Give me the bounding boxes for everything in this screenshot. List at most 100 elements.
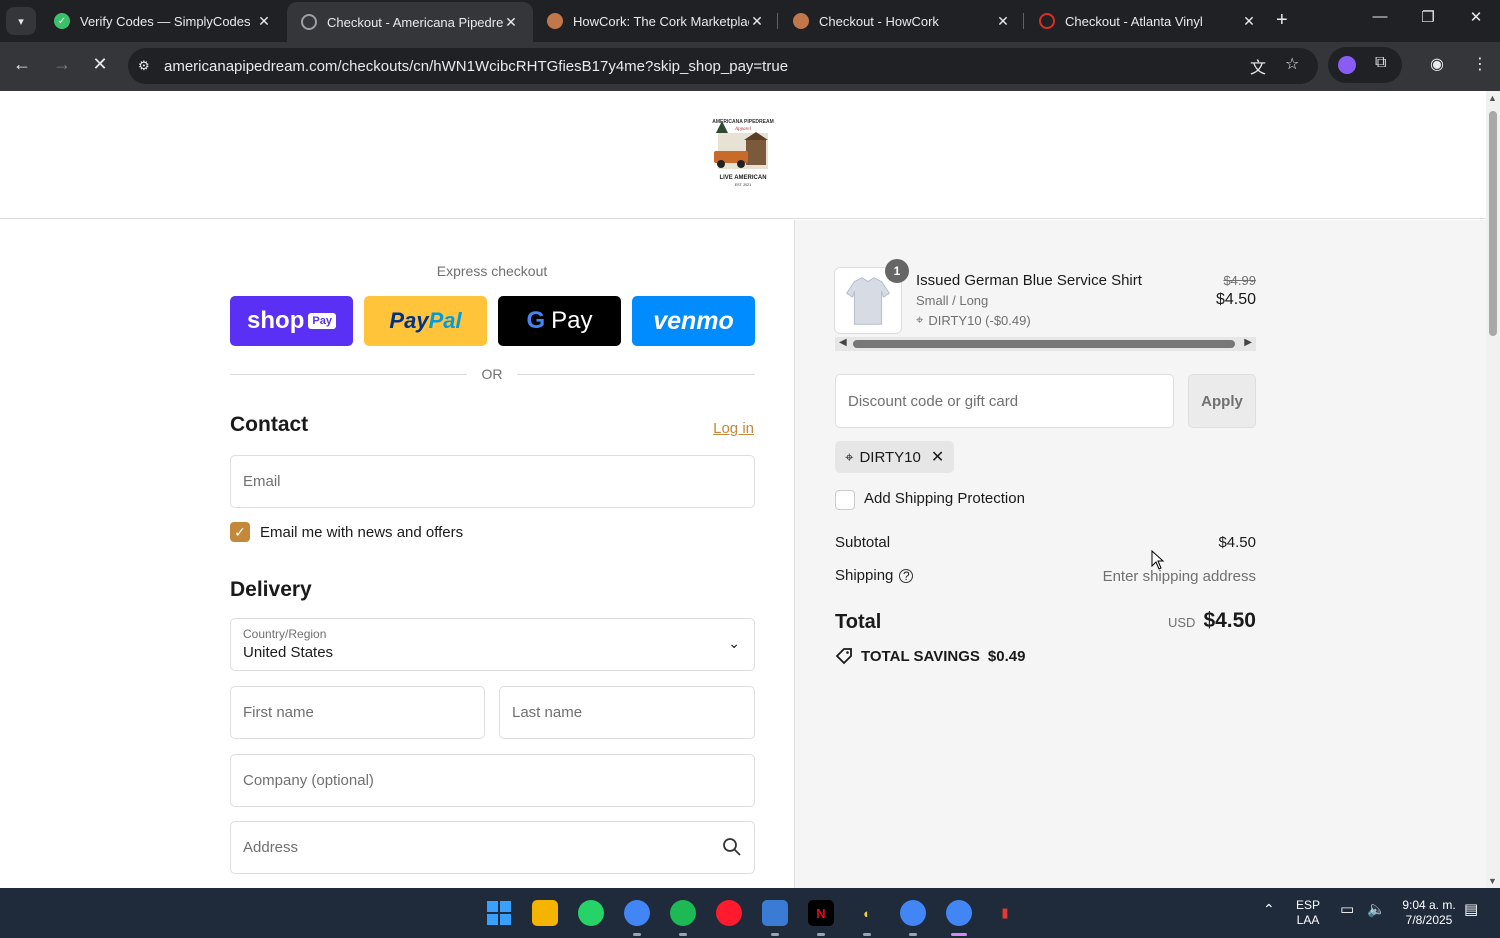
- window-close-icon[interactable]: ✕: [1464, 8, 1488, 26]
- netflix-icon[interactable]: N: [808, 900, 834, 926]
- tag-icon: ⌖: [916, 312, 924, 327]
- shop-pay-button[interactable]: shop Pay: [230, 296, 353, 346]
- app-icon[interactable]: ◐: [854, 900, 880, 926]
- news-offers-label: Email me with news and offers: [260, 524, 464, 541]
- running-indicator: [679, 933, 687, 936]
- tab-americana-checkout[interactable]: Checkout - Americana Pipedrea ✕: [287, 2, 533, 42]
- google-icon: G: [526, 307, 546, 334]
- site-info-icon[interactable]: ⚙: [138, 58, 154, 74]
- tag-icon: ⌖: [845, 448, 854, 466]
- profile-icon[interactable]: ◉: [1430, 54, 1444, 74]
- company-field[interactable]: Company (optional): [230, 754, 755, 807]
- close-tab-icon[interactable]: ✕: [995, 13, 1011, 30]
- discount-code-input[interactable]: Discount code or gift card: [835, 374, 1174, 428]
- clock[interactable]: 9:04 a. m. 7/8/2025: [1398, 898, 1460, 928]
- paypal-button[interactable]: Pay Pal: [364, 296, 487, 346]
- apply-button[interactable]: Apply: [1188, 374, 1256, 428]
- help-icon[interactable]: ?: [899, 568, 914, 583]
- network-icon[interactable]: ▭: [1340, 902, 1354, 917]
- mouse-cursor-icon: [1151, 550, 1165, 570]
- tab-atlanta-vinyl[interactable]: Checkout - Atlanta Vinyl ✕: [1025, 0, 1271, 42]
- app-red-icon[interactable]: ▮: [992, 900, 1018, 926]
- chrome-icon[interactable]: [624, 900, 650, 926]
- opera-icon[interactable]: [716, 900, 742, 926]
- running-indicator: [633, 933, 641, 936]
- whatsapp-icon[interactable]: [578, 900, 604, 926]
- translate-icon[interactable]: 文: [1250, 54, 1266, 78]
- shipping-protection-checkbox[interactable]: [835, 490, 855, 510]
- total-amount: USD $4.50: [1167, 609, 1256, 632]
- chevron-down-icon: ⌄: [728, 635, 740, 651]
- bookmark-star-icon[interactable]: ☆: [1285, 54, 1299, 74]
- applied-discount-chip: ⌖ DIRTY10 ✕: [835, 441, 955, 473]
- store-logo[interactable]: AMERICANA PIPEDREAM Apparel LIVE AMERICA…: [706, 117, 780, 191]
- url-text[interactable]: americanapipedream.com/checkouts/cn/hWN1…: [164, 58, 788, 75]
- subtotal-label: Subtotal: [835, 534, 891, 551]
- first-name-field[interactable]: First name: [230, 686, 485, 739]
- notifications-icon[interactable]: ▤: [1464, 902, 1478, 917]
- stop-loading-icon[interactable]: ✕: [88, 54, 112, 75]
- forward-icon[interactable]: →: [50, 54, 74, 75]
- address-field[interactable]: Address: [230, 821, 755, 874]
- remove-discount-icon[interactable]: ✕: [931, 447, 944, 467]
- login-link[interactable]: Log in: [706, 420, 754, 437]
- running-indicator: [909, 933, 917, 936]
- close-tab-icon[interactable]: ✕: [749, 13, 765, 30]
- howcork-icon: [547, 13, 563, 29]
- tab-search-button[interactable]: ▾: [6, 7, 36, 35]
- running-indicator: [863, 933, 871, 936]
- email-field[interactable]: Email: [230, 455, 755, 508]
- running-indicator: [771, 933, 779, 936]
- product-discount: ⌖ DIRTY10 (-$0.49): [916, 312, 1031, 328]
- close-tab-icon[interactable]: ✕: [1241, 13, 1257, 30]
- tab-howcork-checkout[interactable]: Checkout - HowCork ✕: [779, 0, 1025, 42]
- scroll-left-icon[interactable]: ◀: [839, 337, 847, 348]
- total-savings: TOTAL SAVINGS $0.49: [835, 647, 1025, 665]
- country-select[interactable]: Country/Region United States ⌄: [230, 618, 755, 671]
- horizontal-scrollbar[interactable]: ◀ ▶: [835, 337, 1256, 351]
- extension-icon[interactable]: [1338, 56, 1356, 74]
- shipping-value: Enter shipping address: [1102, 568, 1256, 585]
- show-hidden-icons[interactable]: ⌃: [1263, 902, 1275, 917]
- delivery-heading: Delivery: [230, 578, 312, 601]
- volume-icon[interactable]: 🔈: [1367, 902, 1386, 917]
- back-icon[interactable]: ←: [10, 54, 34, 75]
- venmo-button[interactable]: venmo: [632, 296, 755, 346]
- menu-kebab-icon[interactable]: ⋮: [1472, 54, 1488, 74]
- file-explorer-icon[interactable]: [532, 900, 558, 926]
- close-tab-icon[interactable]: ✕: [503, 14, 519, 31]
- tab-howcork-marketplace[interactable]: HowCork: The Cork Marketplac ✕: [533, 0, 779, 42]
- app-window-icon[interactable]: [762, 900, 788, 926]
- product-name: Issued German Blue Service Shirt: [916, 272, 1142, 289]
- spotify-icon[interactable]: [670, 900, 696, 926]
- page-scrollbar[interactable]: ▲ ▼: [1486, 91, 1500, 888]
- divider-right: [517, 374, 755, 375]
- running-indicator: [817, 933, 825, 936]
- minimize-icon[interactable]: —: [1368, 8, 1392, 25]
- svg-text:Apparel: Apparel: [734, 127, 752, 132]
- language-indicator[interactable]: ESP LAA: [1296, 898, 1320, 928]
- puzzle-extensions-icon[interactable]: ⧉: [1375, 54, 1386, 72]
- chrome-active-icon[interactable]: [946, 900, 972, 926]
- svg-text:EST. 2021: EST. 2021: [735, 183, 751, 187]
- scroll-up-icon[interactable]: ▲: [1488, 93, 1497, 103]
- new-tab-icon[interactable]: +: [1276, 9, 1288, 32]
- close-tab-icon[interactable]: ✕: [256, 13, 272, 30]
- last-name-field[interactable]: Last name: [499, 686, 755, 739]
- google-pay-button[interactable]: G Pay: [498, 296, 621, 346]
- scroll-right-icon[interactable]: ▶: [1244, 337, 1252, 348]
- browser-toolbar: ← → ✕ ⚙ americanapipedream.com/checkouts…: [0, 42, 1500, 91]
- news-offers-checkbox[interactable]: ✓: [230, 522, 250, 542]
- express-checkout-label: Express checkout: [436, 263, 548, 279]
- page-scrollbar-thumb[interactable]: [1489, 111, 1497, 336]
- tab-simplycodes[interactable]: ✓ Verify Codes — SimplyCodes ✕: [40, 0, 286, 42]
- scroll-down-icon[interactable]: ▼: [1488, 876, 1497, 886]
- address-bar[interactable]: ⚙ americanapipedream.com/checkouts/cn/hW…: [128, 48, 1318, 84]
- tab-divider: [777, 13, 778, 29]
- restore-icon[interactable]: ❐: [1416, 8, 1440, 26]
- windows-start-icon[interactable]: [486, 900, 512, 926]
- store-header: AMERICANA PIPEDREAM Apparel LIVE AMERICA…: [0, 91, 1486, 219]
- chrome-profile-icon[interactable]: [900, 900, 926, 926]
- quantity-badge: 1: [885, 259, 909, 283]
- scrollbar-thumb[interactable]: [853, 340, 1235, 348]
